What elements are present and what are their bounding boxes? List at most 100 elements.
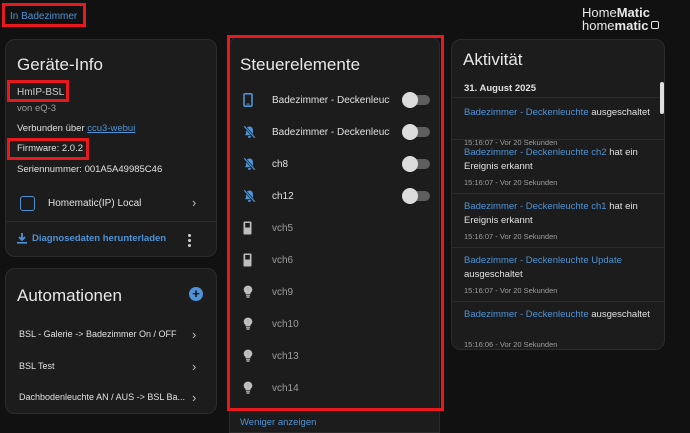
automations-card: Automationen + BSL - Galerie -> Badezimm… <box>5 268 217 414</box>
bulb-icon <box>243 317 253 335</box>
control-row[interactable]: ch12 <box>230 185 439 208</box>
automation-label: BSL Test <box>19 361 55 371</box>
device-info-card: Geräte-Info HmIP-BSL von eQ-3 Verbunden … <box>5 39 217 257</box>
automation-label: Dachbodenleuchte AN / AUS -> BSL Ba... <box>19 392 186 402</box>
activity-action: ausgeschaltet <box>588 309 650 320</box>
control-label: Badezimmer - Deckenleuchte <box>272 95 390 106</box>
bulb-icon <box>243 285 253 303</box>
divider <box>452 301 664 302</box>
control-label: vch10 <box>272 319 299 330</box>
firmware-version: Firmware: 2.0.2 <box>17 143 83 154</box>
control-label: vch14 <box>272 383 299 394</box>
control-label: vch9 <box>272 287 294 298</box>
download-diagnostics-label: Diagnosedaten herunterladen <box>32 233 167 244</box>
serial-number: Seriennummer: 001A5A49985C46 <box>17 164 163 175</box>
activity-entity-link[interactable]: Badezimmer - Deckenleuchte <box>464 107 589 118</box>
activity-date: 31. August 2025 <box>464 83 536 94</box>
automations-title: Automationen <box>17 286 122 305</box>
breadcrumb[interactable]: In Badezimmer <box>10 11 77 22</box>
toggle-switch[interactable] <box>402 156 430 172</box>
activity-action: ausgeschaltet <box>588 107 650 118</box>
automation-item[interactable]: BSL Test › <box>6 356 216 378</box>
bulb-icon <box>243 349 253 367</box>
toggle-switch[interactable] <box>402 92 430 108</box>
activity-entry: Badezimmer - Deckenleuchte ausgeschaltet <box>464 106 652 120</box>
activity-entry: Badezimmer - Deckenleuchte ch1 hat ein E… <box>464 200 652 228</box>
activity-action: ausgeschaltet <box>464 269 523 280</box>
logo-text: home <box>582 18 615 33</box>
bell-off-icon <box>243 125 256 144</box>
activity-time: 15:16:07 - Vor 20 Sekunden <box>464 178 558 187</box>
divider <box>452 97 664 98</box>
integration-icon <box>20 196 35 211</box>
controls-card: Steuerelemente Badezimmer - Deckenleucht… <box>229 36 440 433</box>
automation-label: BSL - Galerie -> Badezimmer On / OFF <box>19 329 177 339</box>
more-vert-icon[interactable] <box>188 234 192 248</box>
show-less-link[interactable]: Weniger anzeigen <box>240 417 316 428</box>
ccu3-webui-link[interactable]: ccu3-webui <box>87 123 135 134</box>
activity-time: 15:16:07 - Vor 20 Sekunden <box>464 286 558 295</box>
logo-text-bold: matic <box>614 18 649 33</box>
activity-scrollbar[interactable] <box>660 82 664 114</box>
switch-icon <box>243 221 252 240</box>
toggle-knob <box>402 188 418 204</box>
switch-icon <box>243 253 252 272</box>
activity-time: 15:16:07 - Vor 20 Sekunden <box>464 232 558 241</box>
activity-time: 15:16:06 - Vor 20 Sekunden <box>464 340 558 349</box>
connected-via: Verbunden über ccu3-webui <box>17 123 135 134</box>
logo-ip-icon <box>650 21 659 29</box>
integration-label: Homematic(IP) Local <box>48 198 142 209</box>
device-model: HmIP-BSL <box>17 87 65 98</box>
control-label: Badezimmer - Deckenleuchte <box>272 127 390 138</box>
control-row[interactable]: vch13 <box>230 345 439 367</box>
chevron-right-icon: › <box>192 390 197 405</box>
automation-item[interactable]: BSL - Galerie -> Badezimmer On / OFF › <box>6 324 216 346</box>
download-icon <box>17 233 27 244</box>
controls-title: Steuerelemente <box>240 55 361 74</box>
control-label: vch5 <box>272 223 294 234</box>
control-row[interactable]: vch5 <box>230 217 439 240</box>
control-label: ch12 <box>272 191 294 202</box>
toggle-knob <box>402 92 418 108</box>
control-row[interactable]: Badezimmer - Deckenleuchte <box>230 121 439 144</box>
device-info-title: Geräte-Info <box>17 55 103 74</box>
toggle-switch[interactable] <box>402 188 430 204</box>
phone-icon <box>243 93 253 112</box>
activity-entry: Badezimmer - Deckenleuchte Update ausges… <box>464 254 652 282</box>
control-row[interactable]: Badezimmer - Deckenleuchte <box>230 89 439 112</box>
control-row[interactable]: vch9 <box>230 281 439 303</box>
chevron-right-icon: › <box>192 195 197 210</box>
toggle-switch[interactable] <box>402 124 430 140</box>
divider <box>452 139 664 140</box>
connected-prefix: Verbunden über <box>17 123 88 134</box>
activity-entry: Badezimmer - Deckenleuchte ausgeschaltet <box>464 308 652 322</box>
bell-off-icon <box>243 157 256 176</box>
divider <box>6 221 216 222</box>
bulb-icon <box>243 381 253 399</box>
control-row[interactable]: vch10 <box>230 313 439 335</box>
integration-row[interactable]: Homematic(IP) Local › <box>6 190 216 218</box>
activity-entity-link[interactable]: Badezimmer - Deckenleuchte ch2 <box>464 147 607 158</box>
activity-card: Aktivität 31. August 2025 Badezimmer - D… <box>451 39 665 350</box>
control-label: vch6 <box>272 255 294 266</box>
chevron-right-icon: › <box>192 359 197 374</box>
homematic-logo: HomeMatic homematic <box>582 6 682 32</box>
activity-entity-link[interactable]: Badezimmer - Deckenleuchte <box>464 309 589 320</box>
control-row[interactable]: vch14 <box>230 377 439 399</box>
chevron-right-icon: › <box>192 327 197 342</box>
control-row[interactable]: ch8 <box>230 153 439 176</box>
activity-entity-link[interactable]: Badezimmer - Deckenleuchte Update <box>464 255 622 266</box>
automation-item[interactable]: Dachbodenleuchte AN / AUS -> BSL Ba... › <box>6 387 216 409</box>
control-row[interactable]: vch6 <box>230 249 439 272</box>
add-automation-button[interactable]: + <box>189 287 203 301</box>
download-diagnostics-button[interactable]: Diagnosedaten herunterladen <box>6 226 186 252</box>
activity-entry: Badezimmer - Deckenleuchte ch2 hat ein E… <box>464 146 652 174</box>
device-manufacturer: von eQ-3 <box>17 103 57 114</box>
divider <box>452 193 664 194</box>
activity-title: Aktivität <box>463 50 523 69</box>
activity-entity-link[interactable]: Badezimmer - Deckenleuchte ch1 <box>464 201 607 212</box>
bell-off-icon <box>243 189 256 208</box>
toggle-knob <box>402 124 418 140</box>
divider <box>452 247 664 248</box>
control-label: vch13 <box>272 351 299 362</box>
